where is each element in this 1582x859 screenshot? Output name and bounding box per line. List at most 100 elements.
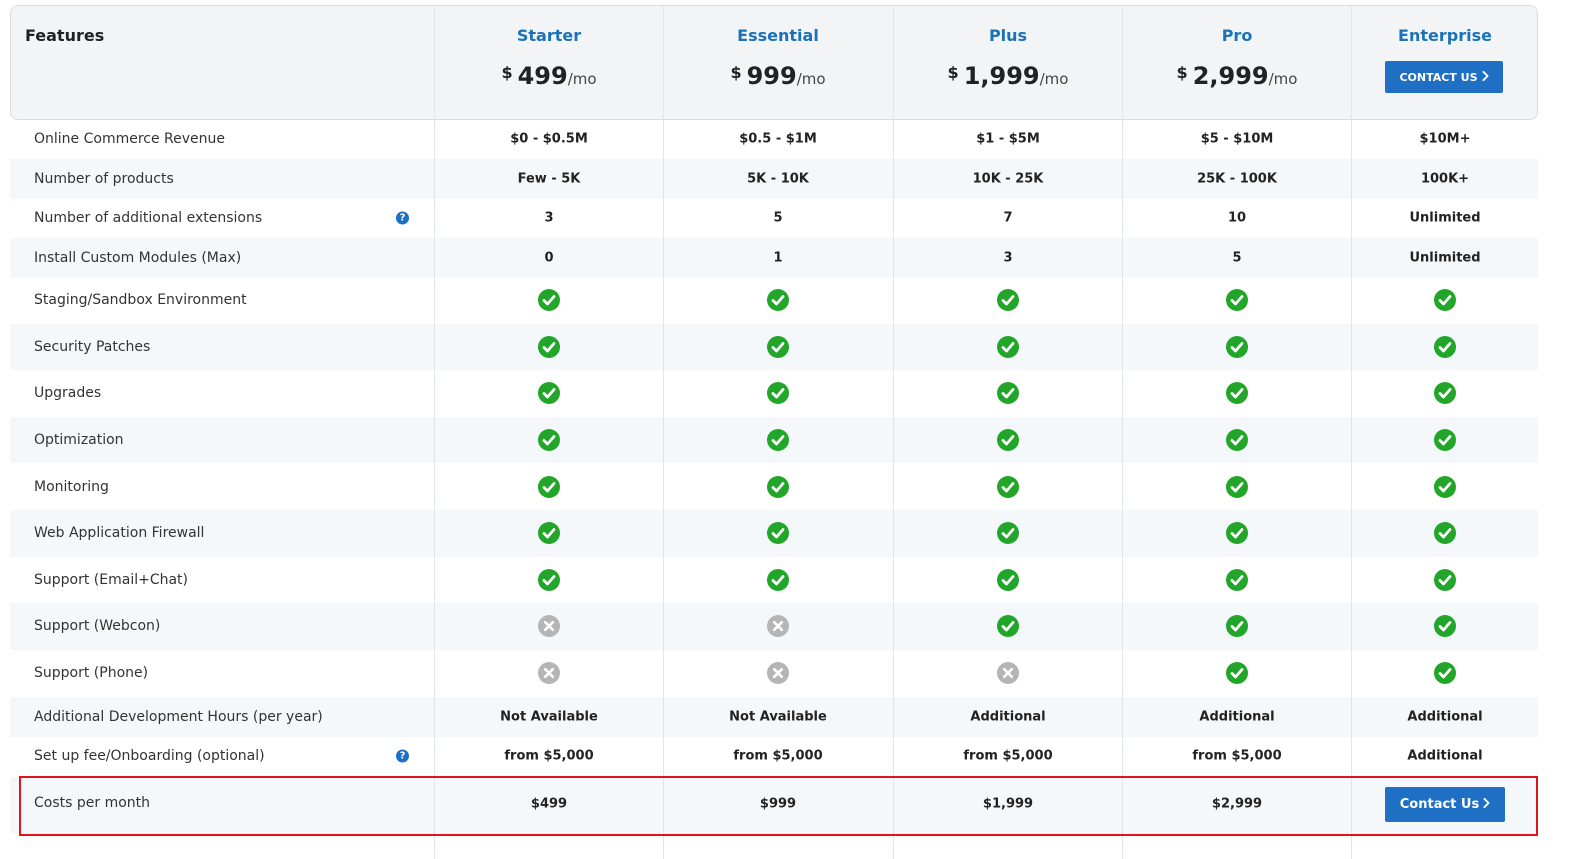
- price-period: /mo: [1039, 70, 1069, 88]
- features-heading: Features: [25, 26, 105, 45]
- price-period: /mo: [567, 70, 597, 88]
- check-icon: [538, 429, 560, 451]
- feature-label: Support (Webcon): [34, 618, 161, 634]
- check-icon: [538, 289, 560, 311]
- feature-label: Web Application Firewall: [34, 525, 205, 541]
- feature-label: Install Custom Modules (Max): [34, 250, 242, 266]
- feature-label: Number of additional extensions: [34, 210, 263, 226]
- table-cell: 0: [544, 250, 554, 266]
- table-cell: 5: [773, 210, 783, 226]
- feature-label: Set up fee/Onboarding (optional): [34, 748, 265, 764]
- table-cell: $5 - $10M: [1200, 131, 1274, 147]
- column-divider: [1122, 5, 1123, 859]
- column-divider: [893, 5, 894, 859]
- check-icon: [1226, 429, 1248, 451]
- check-icon: [1226, 382, 1248, 404]
- check-icon: [997, 289, 1019, 311]
- plan-price-essential: $999/mo: [730, 62, 825, 90]
- check-icon: [767, 569, 789, 591]
- feature-label: Upgrades: [34, 385, 102, 401]
- check-icon: [1226, 476, 1248, 498]
- plan-name-essential: Essential: [737, 26, 819, 45]
- check-icon: [538, 336, 560, 358]
- price-amount: 2,999: [1192, 62, 1269, 90]
- check-icon: [1434, 382, 1456, 404]
- feature-label: Additional Development Hours (per year): [34, 709, 323, 725]
- check-icon: [767, 289, 789, 311]
- check-icon: [1434, 476, 1456, 498]
- price-currency: $: [501, 63, 513, 82]
- table-cell: $0.5 - $1M: [739, 131, 817, 147]
- table-cell: from $5,000: [504, 748, 594, 764]
- table-cell: 10: [1227, 210, 1247, 226]
- table-cell: 1: [773, 250, 783, 266]
- feature-label: Staging/Sandbox Environment: [34, 292, 247, 308]
- check-icon: [997, 429, 1019, 451]
- help-icon[interactable]: ?: [396, 749, 409, 763]
- cross-icon: [997, 662, 1019, 684]
- contact-us-button-top[interactable]: CONTACT US: [1385, 61, 1503, 93]
- check-icon: [767, 336, 789, 358]
- plan-name-plus: Plus: [988, 26, 1028, 45]
- cross-icon: [767, 615, 789, 637]
- price-amount: 999: [746, 62, 797, 90]
- check-icon: [997, 336, 1019, 358]
- plan-name-pro: Pro: [1221, 26, 1253, 45]
- table-cell: 7: [1003, 210, 1013, 226]
- check-icon: [997, 522, 1019, 544]
- check-icon: [1434, 662, 1456, 684]
- check-icon: [1226, 615, 1248, 637]
- check-icon: [1226, 289, 1248, 311]
- cross-icon: [538, 662, 560, 684]
- plan-name-starter: Starter: [516, 26, 582, 45]
- table-cell: Additional: [1407, 748, 1483, 764]
- table-cell: 3: [544, 210, 554, 226]
- price-period: /mo: [796, 70, 826, 88]
- price-currency: $: [730, 63, 742, 82]
- price-period: /mo: [1268, 70, 1298, 88]
- check-icon: [1434, 615, 1456, 637]
- check-icon: [767, 476, 789, 498]
- help-icon[interactable]: ?: [396, 211, 409, 225]
- table-cell: Additional: [1407, 709, 1483, 725]
- check-icon: [538, 522, 560, 544]
- table-cell: 100K+: [1420, 171, 1470, 187]
- price-amount: 1,999: [963, 62, 1040, 90]
- check-icon: [1434, 522, 1456, 544]
- table-cell: from $5,000: [1192, 748, 1282, 764]
- check-icon: [767, 382, 789, 404]
- check-icon: [1434, 336, 1456, 358]
- table-cell: Not Available: [729, 709, 827, 725]
- table-cell: 5: [1232, 250, 1242, 266]
- check-icon: [997, 382, 1019, 404]
- price-currency: $: [1176, 63, 1188, 82]
- table-cell: Additional: [1199, 709, 1275, 725]
- column-divider: [434, 5, 435, 859]
- table-cell: Additional: [970, 709, 1046, 725]
- check-icon: [1226, 522, 1248, 544]
- table-cell: 5K - 10K: [747, 171, 809, 187]
- check-icon: [538, 476, 560, 498]
- plan-price-starter: $499/mo: [501, 62, 596, 90]
- check-icon: [767, 429, 789, 451]
- check-icon: [1434, 289, 1456, 311]
- plan-name-enterprise: Enterprise: [1398, 26, 1492, 45]
- feature-label: Support (Phone): [34, 665, 149, 681]
- table-cell: from $5,000: [733, 748, 823, 764]
- chevron-right-icon: [1482, 70, 1489, 84]
- feature-label: Number of products: [34, 171, 174, 187]
- feature-label: Support (Email+Chat): [34, 572, 189, 588]
- check-icon: [997, 476, 1019, 498]
- check-icon: [1226, 662, 1248, 684]
- check-icon: [538, 569, 560, 591]
- plan-price-pro: $2,999/mo: [1177, 62, 1298, 90]
- check-icon: [1434, 429, 1456, 451]
- column-divider: [1351, 5, 1352, 859]
- table-cell: $10M+: [1419, 131, 1471, 147]
- feature-label: Security Patches: [34, 339, 151, 355]
- table-cell: Unlimited: [1409, 250, 1481, 266]
- costs-row-highlight: [19, 776, 1538, 836]
- cross-icon: [538, 615, 560, 637]
- check-icon: [997, 615, 1019, 637]
- plan-price-plus: $1,999/mo: [948, 62, 1069, 90]
